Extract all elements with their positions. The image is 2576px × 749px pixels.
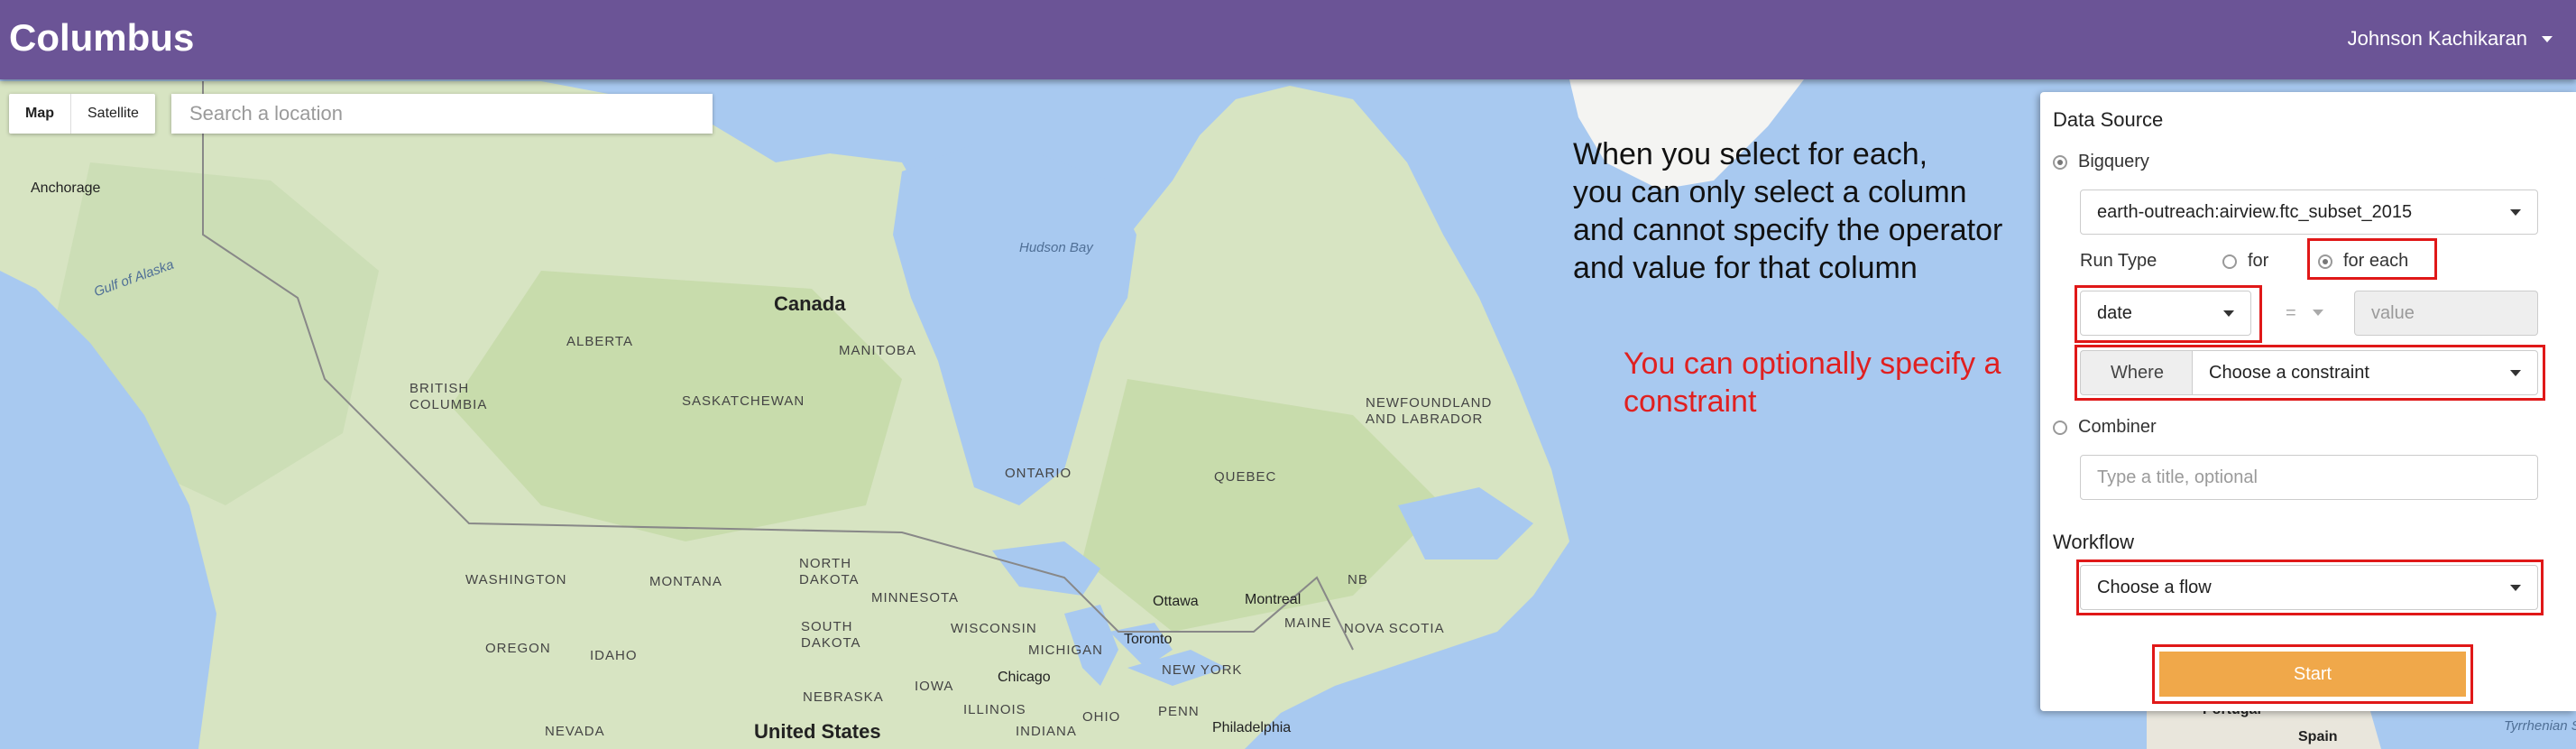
highlight-flow — [2076, 559, 2544, 615]
map-label-united-states: United States — [754, 720, 881, 743]
map-label-ottawa: Ottawa — [1153, 594, 1199, 609]
map-label-indiana: INDIANA — [1016, 724, 1077, 739]
value-input[interactable] — [2354, 291, 2538, 336]
table-select-value: earth-outreach:airview.ftc_subset_2015 — [2097, 201, 2413, 222]
map-label-south-dakota: SOUTH DAKOTA — [801, 619, 861, 651]
annotation-for-each-note: When you select for each, you can only s… — [1573, 137, 2003, 285]
map-label-hudson-bay: Hudson Bay — [1019, 240, 1093, 255]
map-label-saskatchewan: SASKATCHEWAN — [682, 393, 805, 409]
map-label-minnesota: MINNESOTA — [871, 590, 960, 606]
highlight-start — [2152, 644, 2473, 704]
chevron-down-icon — [2510, 209, 2521, 216]
map-label-tyrrhenian: Tyrrhenian S — [2504, 718, 2576, 734]
bigquery-radio[interactable] — [2053, 155, 2067, 170]
map-label-ohio: OHIO — [1082, 709, 1121, 725]
location-search-input[interactable] — [171, 94, 713, 134]
combiner-radio[interactable] — [2053, 421, 2067, 435]
map-label-north-dakota: NORTH DAKOTA — [799, 556, 860, 587]
app-header: Columbus Johnson Kachikaran — [0, 0, 2576, 79]
map-label-toronto: Toronto — [1124, 632, 1173, 647]
chevron-down-icon — [2542, 35, 2553, 42]
map-label-wisconsin: WISCONSIN — [951, 621, 1037, 636]
data-source-panel: Data Source Bigquery earth-outreach:airv… — [2040, 92, 2576, 711]
map-label-new-york: NEW YORK — [1162, 662, 1243, 678]
app-title: Columbus — [9, 16, 195, 59]
highlight-column — [2075, 285, 2262, 343]
map-label-anchorage: Anchorage — [31, 180, 101, 196]
map-label-maine: MAINE — [1284, 615, 1332, 631]
map-label-montreal: Montreal — [1245, 592, 1302, 607]
map-label-canada: Canada — [774, 292, 846, 315]
map-label-ontario: ONTARIO — [1005, 466, 1072, 481]
map-label-newfoundland: NEWFOUNDLAND AND LABRADOR — [1366, 395, 1493, 427]
run-type-label: Run Type — [2080, 251, 2157, 271]
map-label-manitoba: MANITOBA — [839, 343, 917, 358]
map-label-philadelphia: Philadelphia — [1212, 720, 1292, 735]
bigquery-label: Bigquery — [2078, 152, 2149, 171]
map-label-michigan: MICHIGAN — [1028, 643, 1103, 658]
run-type-for-each-label: for each — [2343, 251, 2409, 271]
map-label-british-columbia: BRITISH COLUMBIA — [409, 381, 488, 412]
combiner-title-input[interactable] — [2080, 455, 2538, 500]
map-label-oregon: OREGON — [485, 641, 551, 656]
map-label-chicago: Chicago — [998, 670, 1051, 685]
workflow-title: Workflow — [2053, 531, 2135, 553]
map-label-penn: PENN — [1158, 704, 1200, 719]
map-label-alberta: ALBERTA — [566, 334, 633, 349]
operator-value: = — [2286, 302, 2296, 323]
map-label-washington: WASHINGTON — [465, 572, 567, 587]
annotation-constraint-note: You can optionally specify a constraint — [1624, 347, 2001, 419]
map-label-illinois: ILLINOIS — [963, 702, 1026, 717]
user-menu[interactable]: Johnson Kachikaran — [2348, 27, 2553, 51]
map-label-nevada: NEVADA — [545, 724, 605, 739]
map-type-satellite-button[interactable]: Satellite — [71, 94, 155, 134]
map-label-montana: MONTANA — [649, 574, 722, 589]
map-label-spain: Spain — [2298, 729, 2338, 744]
run-type-for-label: for — [2248, 251, 2269, 271]
map-label-nova-scotia: NOVA SCOTIA — [1344, 621, 1445, 636]
map-label-idaho: IDAHO — [590, 648, 638, 663]
map-type-control: Map Satellite — [9, 94, 155, 134]
map-label-iowa: IOWA — [915, 679, 954, 694]
user-name: Johnson Kachikaran — [2347, 27, 2527, 50]
chevron-down-icon — [2313, 310, 2323, 316]
map-type-map-button[interactable]: Map — [9, 94, 71, 134]
table-select[interactable]: earth-outreach:airview.ftc_subset_2015 — [2080, 190, 2538, 235]
data-source-title: Data Source — [2053, 108, 2164, 131]
map-label-quebec: QUEBEC — [1214, 469, 1277, 485]
combiner-label: Combiner — [2078, 417, 2157, 437]
operator-select[interactable]: = — [2269, 291, 2340, 336]
highlight-constraint — [2075, 345, 2545, 401]
run-type-for-radio[interactable] — [2222, 254, 2237, 269]
map-label-nebraska: NEBRASKA — [803, 689, 884, 705]
run-type-for-each-radio[interactable] — [2318, 254, 2332, 269]
map-label-nb: NB — [1348, 572, 1368, 587]
